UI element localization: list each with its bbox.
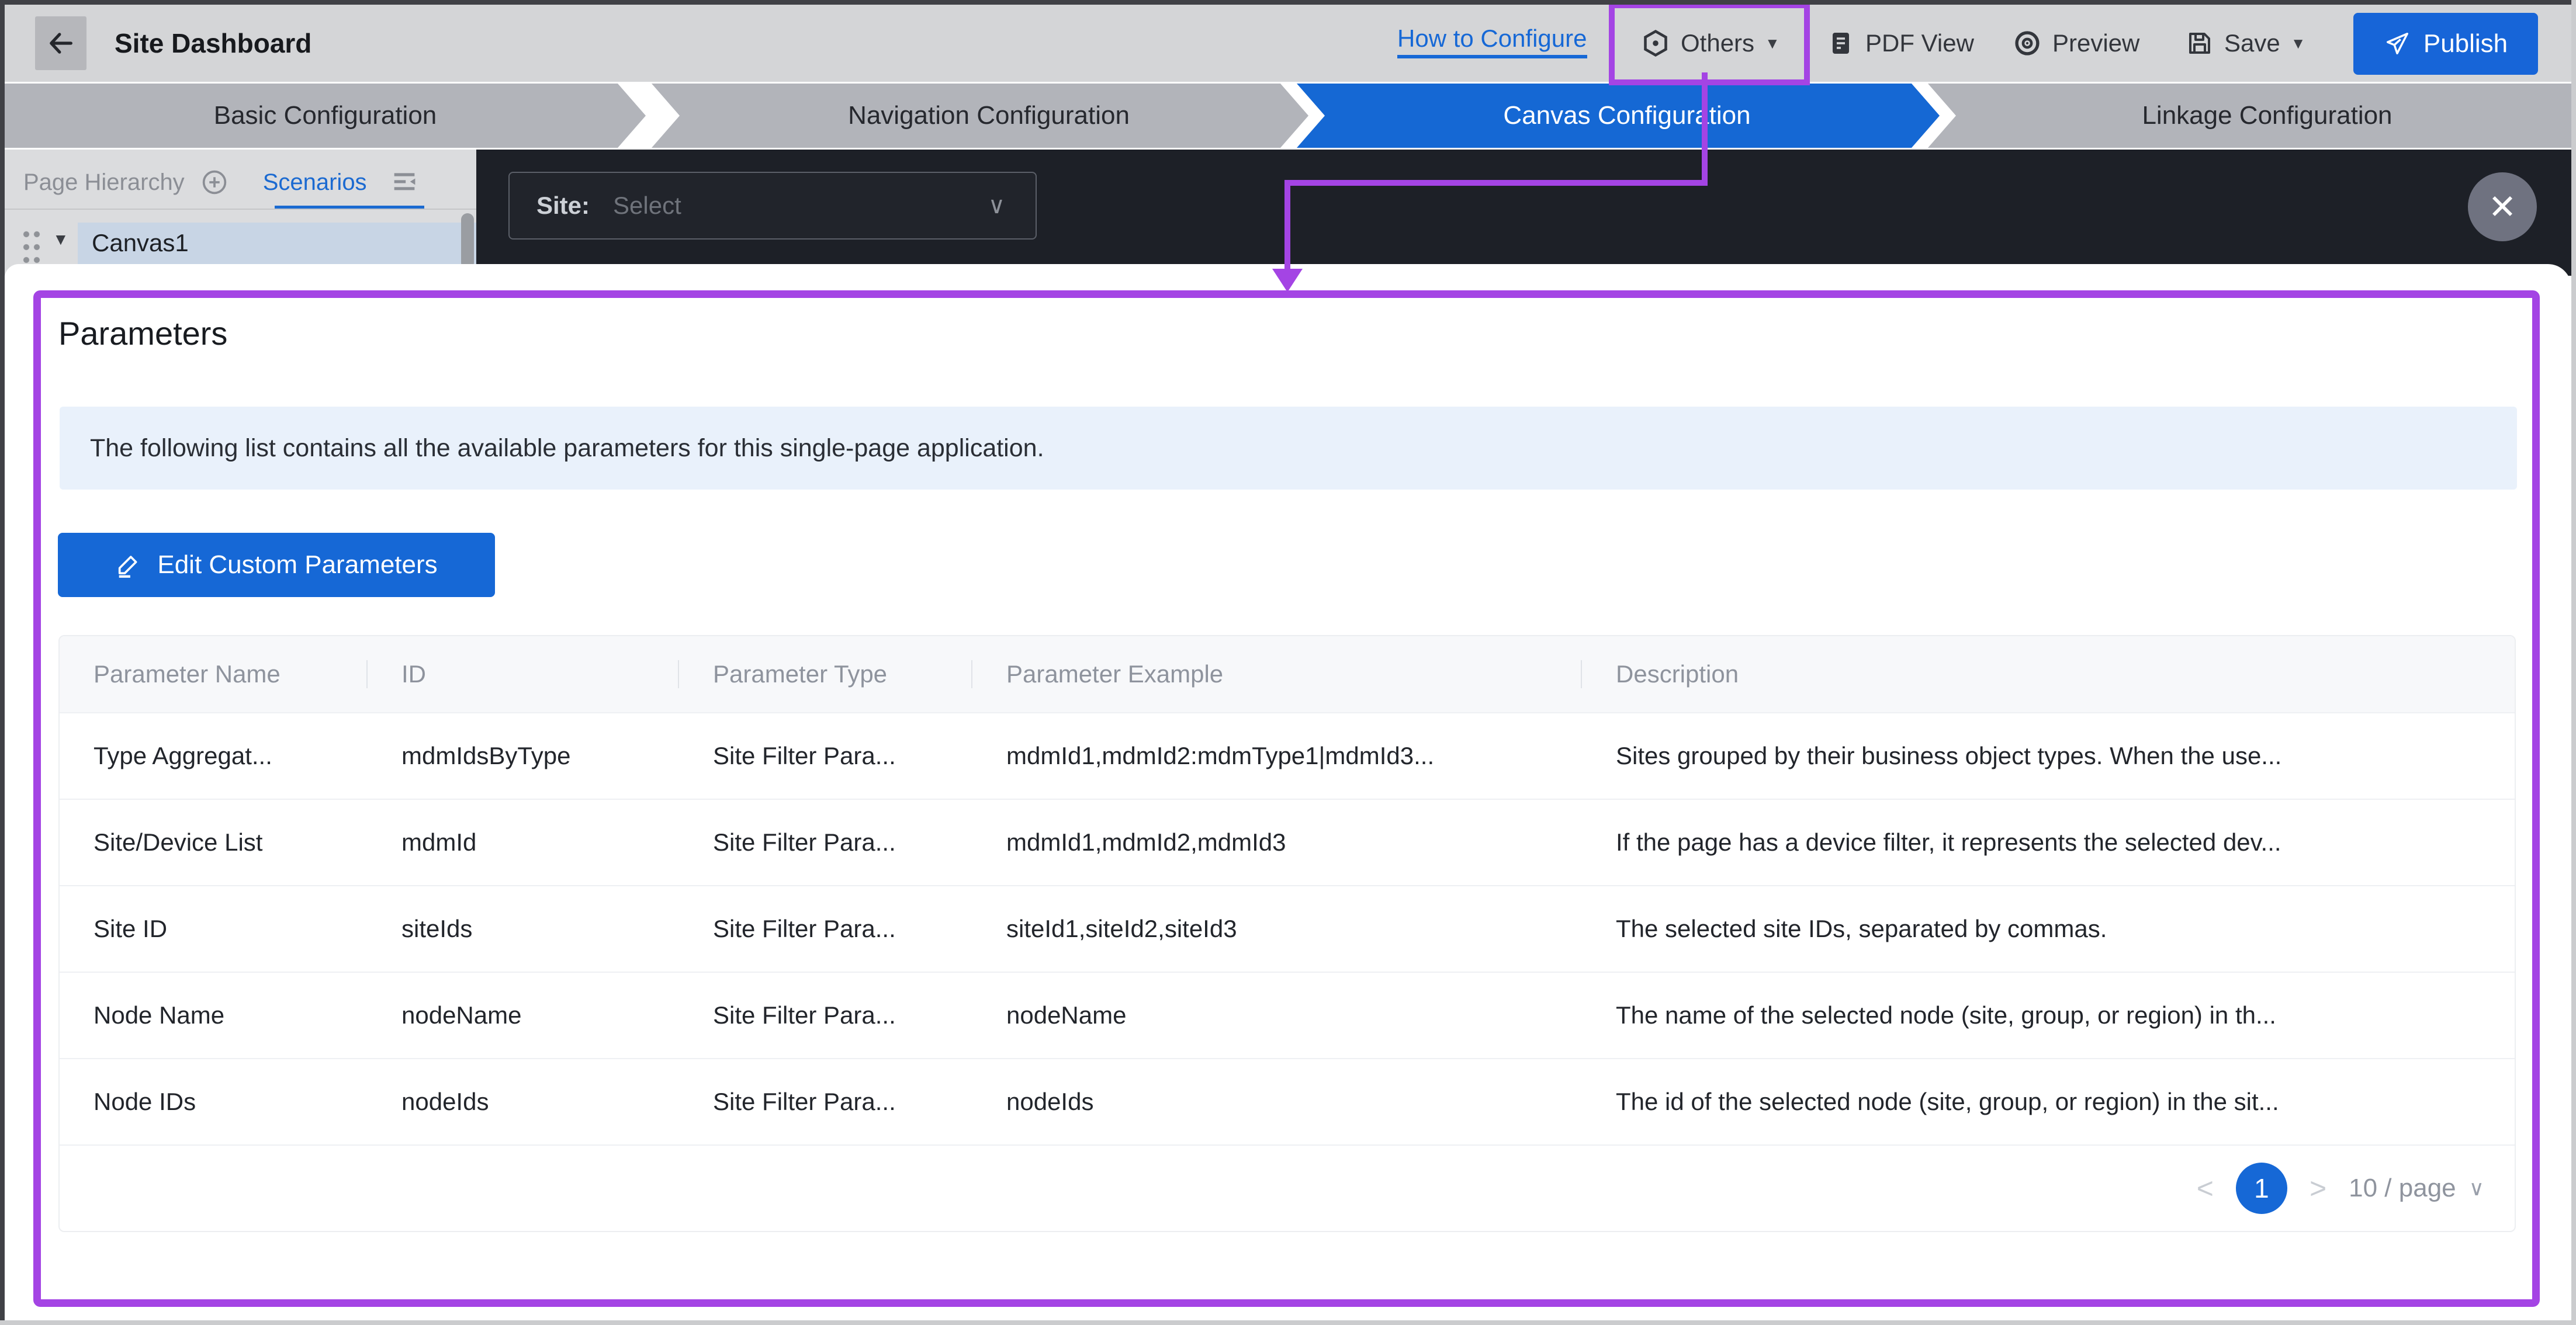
table-header-row: Parameter Name ID Parameter Type Paramet… [60, 636, 2515, 712]
connector-arrowhead-icon [1272, 269, 1303, 292]
info-banner: The following list contains all the avai… [60, 407, 2517, 490]
pdf-view-button[interactable]: PDF View [1827, 5, 1974, 82]
hexagon-widget-icon [1641, 29, 1670, 58]
parameters-panel: Parameters The following list contains a… [33, 290, 2540, 1307]
window-frame-top [0, 0, 2576, 5]
column-header: Description [1616, 660, 1739, 688]
collapse-list-icon[interactable] [389, 167, 420, 197]
sidebar-divider [5, 209, 476, 210]
panel-title: Parameters [58, 315, 228, 352]
drag-handle-icon[interactable] [21, 228, 42, 265]
site-select[interactable]: Site: Select ∨ [508, 172, 1037, 240]
sidebar-tab-scenarios[interactable]: Scenarios [263, 169, 367, 196]
back-button[interactable] [35, 16, 86, 70]
pagination-page-1[interactable]: 1 [2235, 1163, 2287, 1214]
tab-basic-configuration[interactable]: Basic Configuration [5, 84, 646, 148]
app-window: Site Dashboard How to Configure Others ▼ [0, 0, 2576, 1325]
preview-eye-icon [2013, 29, 2042, 58]
tree-expand-caret-icon[interactable]: ▼ [53, 230, 69, 249]
page-hierarchy-label: Page Hierarchy [23, 169, 185, 195]
table-row: Node Name nodeName Site Filter Para... n… [60, 972, 2515, 1058]
others-menu-button[interactable]: Others ▼ [1641, 5, 1780, 82]
tab-navigation-configuration[interactable]: Navigation Configuration [652, 84, 1308, 148]
window-frame-right [2571, 0, 2576, 1325]
info-banner-text: The following list contains all the avai… [90, 433, 1044, 462]
site-select-placeholder: Select [613, 192, 681, 219]
arrow-left-icon [46, 28, 76, 58]
parameters-table: Parameter Name ID Parameter Type Paramet… [58, 635, 2516, 1232]
caret-down-icon: ▼ [1765, 34, 1780, 52]
column-header: Parameter Type [679, 660, 972, 688]
sidebar: Page Hierarchy Scenarios ▼ Canvas1 [5, 150, 476, 276]
preview-button[interactable]: Preview [2013, 5, 2139, 82]
column-header: Parameter Name [60, 660, 368, 688]
table-row: Site ID siteIds Site Filter Para... site… [60, 885, 2515, 972]
pdf-document-icon [1827, 29, 1855, 57]
chevron-down-icon: ∨ [988, 193, 1005, 218]
table-row: Type Aggregat... mdmIdsByType Site Filte… [60, 712, 2515, 799]
close-icon: ✕ [2488, 188, 2517, 226]
tab-canvas-configuration[interactable]: Canvas Configuration [1297, 84, 1940, 148]
connector-line-horizontal [1284, 180, 1708, 186]
caret-down-icon: ▼ [2290, 34, 2306, 52]
window-frame-bottom [0, 1320, 2576, 1325]
table-footer: < 1 > 10 / page ∨ [60, 1144, 2515, 1231]
connector-line-vertical-2 [1284, 180, 1290, 272]
tab-linkage-configuration[interactable]: Linkage Configuration [1928, 84, 2576, 148]
connector-line-vertical-1 [1702, 72, 1708, 186]
send-plane-icon [2384, 30, 2411, 57]
table-row: Site/Device List mdmId Site Filter Para.… [60, 799, 2515, 885]
close-button[interactable]: ✕ [2468, 172, 2537, 241]
site-select-label: Site: [536, 192, 590, 219]
step-tabs: Basic Configuration Navigation Configura… [5, 82, 2576, 150]
how-to-configure-link[interactable]: How to Configure [1397, 25, 1587, 58]
sidebar-header: Page Hierarchy Scenarios [5, 158, 476, 207]
column-header: ID [368, 660, 679, 688]
tree-item-canvas1[interactable]: Canvas1 [92, 229, 189, 257]
pagination-next-icon[interactable]: > [2310, 1174, 2326, 1203]
top-bar: Site Dashboard How to Configure Others ▼ [5, 5, 2571, 82]
pagination-prev-icon[interactable]: < [2197, 1174, 2214, 1203]
save-floppy-icon [2186, 29, 2214, 57]
publish-button[interactable]: Publish [2353, 13, 2538, 75]
page-size-select[interactable]: 10 / page ∨ [2349, 1174, 2484, 1203]
edit-pencil-icon [115, 551, 142, 578]
add-page-icon[interactable] [200, 168, 229, 197]
column-header: Parameter Example [972, 660, 1582, 688]
page-title: Site Dashboard [115, 28, 312, 58]
edit-custom-parameters-button[interactable]: Edit Custom Parameters [58, 533, 495, 597]
chevron-down-icon: ∨ [2468, 1176, 2484, 1200]
sidebar-scrollbar[interactable] [461, 213, 474, 269]
table-row: Node IDs nodeIds Site Filter Para... nod… [60, 1058, 2515, 1144]
window-frame-left [0, 0, 5, 1325]
save-button[interactable]: Save ▼ [2186, 5, 2305, 82]
canvas-area: Site: Select ∨ ✕ [476, 150, 2571, 276]
